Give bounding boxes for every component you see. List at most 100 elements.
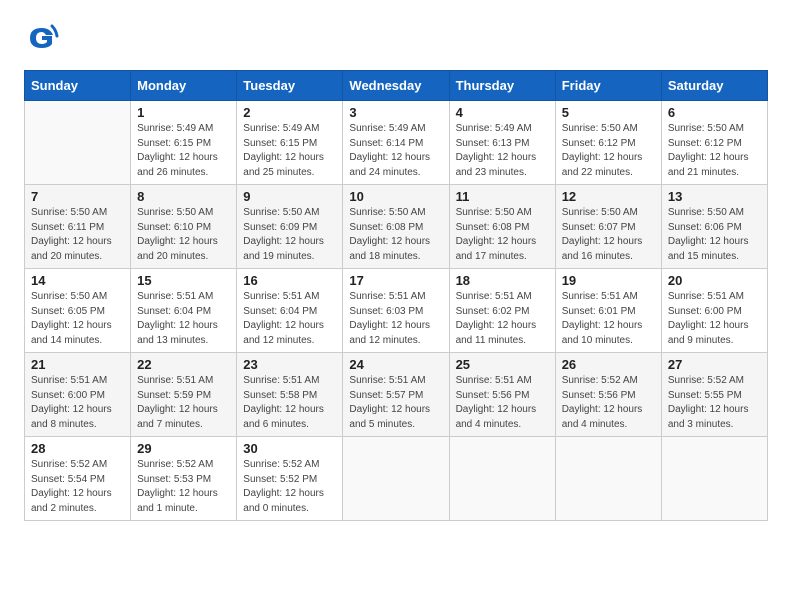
day-info: Sunrise: 5:50 AM Sunset: 6:06 PM Dayligh… — [668, 206, 761, 264]
calendar-cell: 17 Sunrise: 5:51 AM Sunset: 6:03 PM Dayli… — [343, 269, 449, 353]
calendar-cell: 1 Sunrise: 5:49 AM Sunset: 6:15 PM Daylig… — [131, 101, 237, 185]
weekday-header-friday: Friday — [555, 71, 661, 101]
day-number: 9 — [243, 189, 336, 204]
day-number: 2 — [243, 105, 336, 120]
week-row-1: 1 Sunrise: 5:49 AM Sunset: 6:15 PM Daylig… — [25, 101, 768, 185]
logo — [24, 20, 66, 56]
calendar-cell: 23 Sunrise: 5:51 AM Sunset: 5:58 PM Dayli… — [237, 353, 343, 437]
day-number: 12 — [562, 189, 655, 204]
weekday-header-thursday: Thursday — [449, 71, 555, 101]
day-number: 14 — [31, 273, 124, 288]
day-info: Sunrise: 5:50 AM Sunset: 6:12 PM Dayligh… — [562, 122, 655, 180]
day-info: Sunrise: 5:49 AM Sunset: 6:13 PM Dayligh… — [456, 122, 549, 180]
day-info: Sunrise: 5:51 AM Sunset: 6:00 PM Dayligh… — [31, 374, 124, 432]
logo-icon — [24, 20, 60, 56]
calendar-cell — [343, 437, 449, 521]
day-number: 24 — [349, 357, 442, 372]
day-number: 3 — [349, 105, 442, 120]
day-number: 11 — [456, 189, 549, 204]
day-info: Sunrise: 5:51 AM Sunset: 6:03 PM Dayligh… — [349, 290, 442, 348]
day-info: Sunrise: 5:50 AM Sunset: 6:08 PM Dayligh… — [349, 206, 442, 264]
calendar-cell: 2 Sunrise: 5:49 AM Sunset: 6:15 PM Daylig… — [237, 101, 343, 185]
day-number: 21 — [31, 357, 124, 372]
day-number: 29 — [137, 441, 230, 456]
calendar-cell: 4 Sunrise: 5:49 AM Sunset: 6:13 PM Daylig… — [449, 101, 555, 185]
day-info: Sunrise: 5:51 AM Sunset: 6:04 PM Dayligh… — [137, 290, 230, 348]
calendar-cell: 15 Sunrise: 5:51 AM Sunset: 6:04 PM Dayli… — [131, 269, 237, 353]
calendar-cell: 29 Sunrise: 5:52 AM Sunset: 5:53 PM Dayli… — [131, 437, 237, 521]
calendar-cell — [555, 437, 661, 521]
calendar-cell: 30Sunrise: 5:52 AM Sunset: 5:52 PM Dayli… — [237, 437, 343, 521]
calendar-cell: 16 Sunrise: 5:51 AM Sunset: 6:04 PM Dayli… — [237, 269, 343, 353]
day-number: 27 — [668, 357, 761, 372]
day-info: Sunrise: 5:51 AM Sunset: 5:58 PM Dayligh… — [243, 374, 336, 432]
day-info: Sunrise: 5:50 AM Sunset: 6:09 PM Dayligh… — [243, 206, 336, 264]
calendar-cell: 3 Sunrise: 5:49 AM Sunset: 6:14 PM Daylig… — [343, 101, 449, 185]
day-number: 1 — [137, 105, 230, 120]
day-number: 10 — [349, 189, 442, 204]
day-number: 23 — [243, 357, 336, 372]
calendar-cell: 21 Sunrise: 5:51 AM Sunset: 6:00 PM Dayli… — [25, 353, 131, 437]
day-info: Sunrise: 5:51 AM Sunset: 6:02 PM Dayligh… — [456, 290, 549, 348]
day-info: Sunrise: 5:51 AM Sunset: 5:59 PM Dayligh… — [137, 374, 230, 432]
calendar-cell: 19 Sunrise: 5:51 AM Sunset: 6:01 PM Dayli… — [555, 269, 661, 353]
week-row-3: 14 Sunrise: 5:50 AM Sunset: 6:05 PM Dayli… — [25, 269, 768, 353]
calendar-cell: 26 Sunrise: 5:52 AM Sunset: 5:56 PM Dayli… — [555, 353, 661, 437]
weekday-header-tuesday: Tuesday — [237, 71, 343, 101]
week-row-5: 28 Sunrise: 5:52 AM Sunset: 5:54 PM Dayli… — [25, 437, 768, 521]
calendar-cell: 12 Sunrise: 5:50 AM Sunset: 6:07 PM Dayli… — [555, 185, 661, 269]
day-info: Sunrise: 5:49 AM Sunset: 6:14 PM Dayligh… — [349, 122, 442, 180]
day-number: 18 — [456, 273, 549, 288]
day-info: Sunrise: 5:51 AM Sunset: 6:04 PM Dayligh… — [243, 290, 336, 348]
weekday-header-monday: Monday — [131, 71, 237, 101]
calendar-table: SundayMondayTuesdayWednesdayThursdayFrid… — [24, 70, 768, 521]
day-info: Sunrise: 5:50 AM Sunset: 6:08 PM Dayligh… — [456, 206, 549, 264]
day-number: 7 — [31, 189, 124, 204]
calendar-cell: 6 Sunrise: 5:50 AM Sunset: 6:12 PM Daylig… — [661, 101, 767, 185]
calendar-cell: 20 Sunrise: 5:51 AM Sunset: 6:00 PM Dayli… — [661, 269, 767, 353]
weekday-header-sunday: Sunday — [25, 71, 131, 101]
calendar-cell: 18 Sunrise: 5:51 AM Sunset: 6:02 PM Dayli… — [449, 269, 555, 353]
day-info: Sunrise: 5:50 AM Sunset: 6:05 PM Dayligh… — [31, 290, 124, 348]
calendar-cell — [449, 437, 555, 521]
day-info: Sunrise: 5:49 AM Sunset: 6:15 PM Dayligh… — [243, 122, 336, 180]
day-number: 6 — [668, 105, 761, 120]
day-number: 28 — [31, 441, 124, 456]
day-number: 8 — [137, 189, 230, 204]
calendar-cell: 14 Sunrise: 5:50 AM Sunset: 6:05 PM Dayli… — [25, 269, 131, 353]
day-info: Sunrise: 5:49 AM Sunset: 6:15 PM Dayligh… — [137, 122, 230, 180]
calendar-cell — [661, 437, 767, 521]
day-number: 16 — [243, 273, 336, 288]
calendar-cell: 7Sunrise: 5:50 AM Sunset: 6:11 PM Daylig… — [25, 185, 131, 269]
week-row-4: 21 Sunrise: 5:51 AM Sunset: 6:00 PM Dayli… — [25, 353, 768, 437]
weekday-header-saturday: Saturday — [661, 71, 767, 101]
day-number: 4 — [456, 105, 549, 120]
day-info: Sunrise: 5:52 AM Sunset: 5:56 PM Dayligh… — [562, 374, 655, 432]
calendar-cell — [25, 101, 131, 185]
day-info: Sunrise: 5:52 AM Sunset: 5:53 PM Dayligh… — [137, 458, 230, 516]
calendar-cell: 24 Sunrise: 5:51 AM Sunset: 5:57 PM Dayli… — [343, 353, 449, 437]
day-number: 17 — [349, 273, 442, 288]
calendar-cell: 9 Sunrise: 5:50 AM Sunset: 6:09 PM Daylig… — [237, 185, 343, 269]
day-info: Sunrise: 5:52 AM Sunset: 5:55 PM Dayligh… — [668, 374, 761, 432]
day-info: Sunrise: 5:51 AM Sunset: 6:01 PM Dayligh… — [562, 290, 655, 348]
day-number: 15 — [137, 273, 230, 288]
day-number: 22 — [137, 357, 230, 372]
day-info: Sunrise: 5:51 AM Sunset: 5:57 PM Dayligh… — [349, 374, 442, 432]
week-row-2: 7Sunrise: 5:50 AM Sunset: 6:11 PM Daylig… — [25, 185, 768, 269]
day-number: 20 — [668, 273, 761, 288]
day-info: Sunrise: 5:51 AM Sunset: 6:00 PM Dayligh… — [668, 290, 761, 348]
calendar-cell: 22 Sunrise: 5:51 AM Sunset: 5:59 PM Dayli… — [131, 353, 237, 437]
weekday-header-row: SundayMondayTuesdayWednesdayThursdayFrid… — [25, 71, 768, 101]
calendar-cell: 10 Sunrise: 5:50 AM Sunset: 6:08 PM Dayli… — [343, 185, 449, 269]
day-number: 13 — [668, 189, 761, 204]
day-info: Sunrise: 5:50 AM Sunset: 6:12 PM Dayligh… — [668, 122, 761, 180]
day-number: 19 — [562, 273, 655, 288]
day-info: Sunrise: 5:50 AM Sunset: 6:10 PM Dayligh… — [137, 206, 230, 264]
calendar-cell: 27 Sunrise: 5:52 AM Sunset: 5:55 PM Dayli… — [661, 353, 767, 437]
calendar-cell: 11 Sunrise: 5:50 AM Sunset: 6:08 PM Dayli… — [449, 185, 555, 269]
day-info: Sunrise: 5:52 AM Sunset: 5:54 PM Dayligh… — [31, 458, 124, 516]
day-info: Sunrise: 5:50 AM Sunset: 6:07 PM Dayligh… — [562, 206, 655, 264]
header — [24, 20, 768, 56]
day-number: 26 — [562, 357, 655, 372]
